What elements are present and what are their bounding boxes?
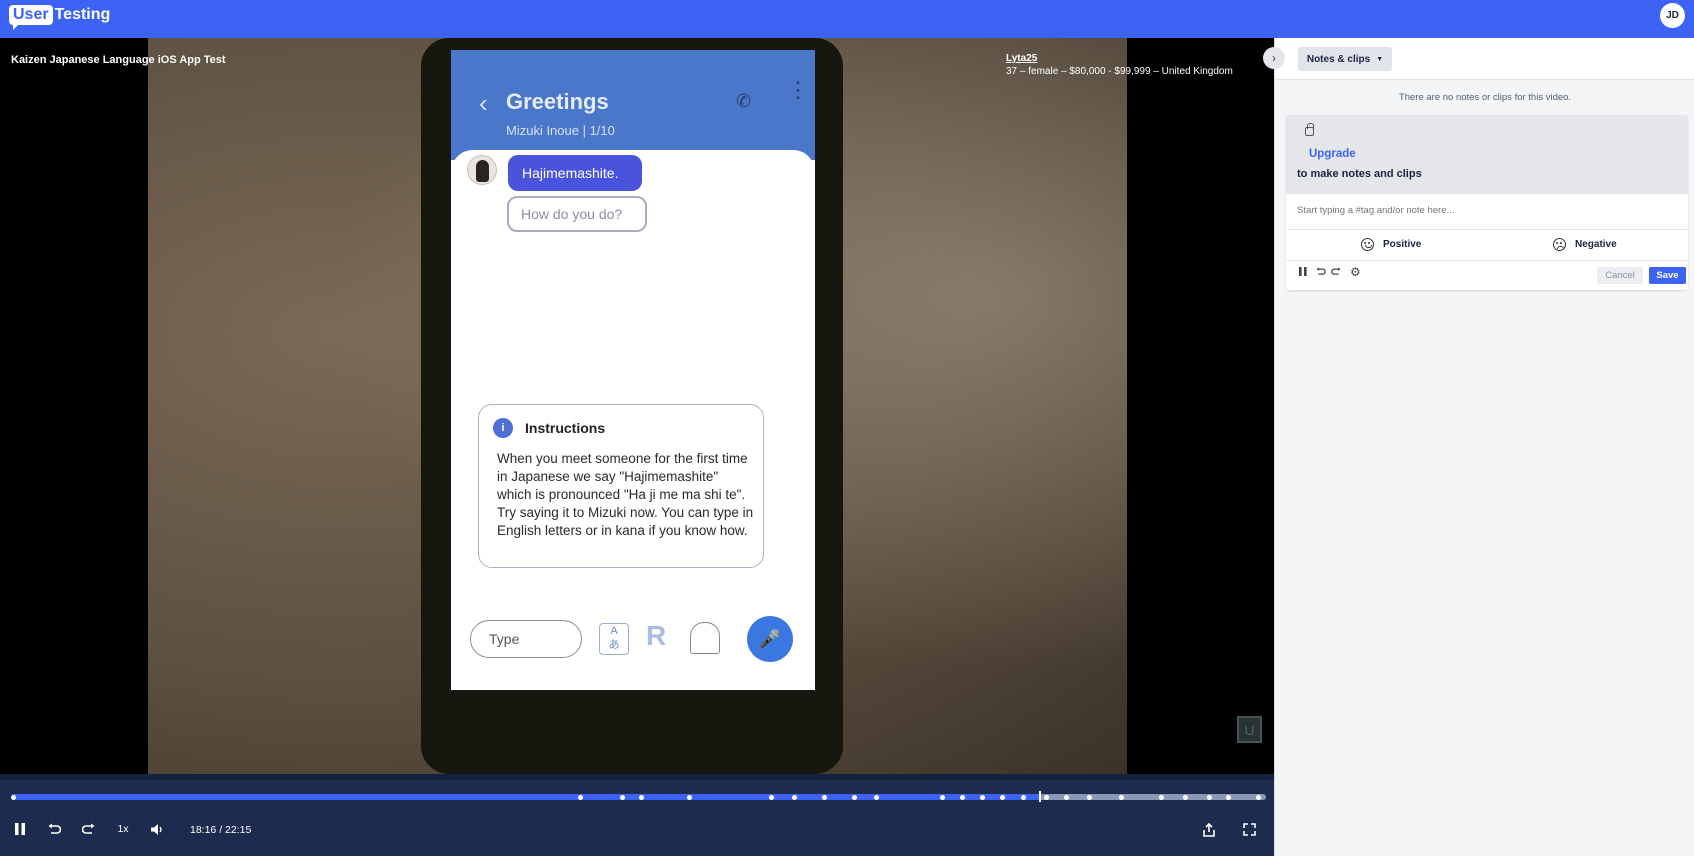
- save-button[interactable]: Save: [1649, 267, 1686, 284]
- chevron-right-icon[interactable]: ›: [1263, 47, 1285, 69]
- timeline-marker[interactable]: [1021, 794, 1027, 800]
- timeline-marker[interactable]: [1183, 794, 1189, 800]
- video-player[interactable]: ‹ Greetings Mizuki Inoue | 1/10 ✆ ⋮ Haji…: [0, 38, 1274, 774]
- fullscreen-icon[interactable]: [1241, 823, 1257, 836]
- type-input: Type: [470, 620, 582, 658]
- notes-panel: › Notes & clips ▼ There are no notes or …: [1263, 38, 1694, 856]
- timeline-marker[interactable]: [1119, 794, 1125, 800]
- rewind-icon[interactable]: [46, 823, 62, 837]
- instructions-body: When you meet someone for the first time…: [497, 451, 754, 538]
- timeline-marker[interactable]: [619, 794, 625, 800]
- note-input[interactable]: [1297, 205, 1677, 216]
- timeline-marker[interactable]: [638, 794, 644, 800]
- timeline-marker[interactable]: [1043, 794, 1049, 800]
- note-rewind-icon[interactable]: [1315, 267, 1326, 280]
- timeline-marker[interactable]: [959, 794, 965, 800]
- tutor-avatar: [467, 155, 497, 185]
- empty-notes-message: There are no notes or clips for this vid…: [1398, 92, 1572, 103]
- playhead[interactable]: [1039, 791, 1042, 802]
- chat-bubble-japanese: Hajimemashite.: [508, 155, 642, 191]
- back-chevron-icon: ‹: [479, 88, 488, 118]
- volume-icon[interactable]: [149, 823, 165, 836]
- pause-icon[interactable]: [13, 823, 27, 835]
- romaji-icon: R: [646, 620, 667, 651]
- notes-clips-label: Notes & clips: [1306, 53, 1371, 65]
- app-title: Greetings: [506, 89, 609, 114]
- timeline-marker[interactable]: [1063, 794, 1069, 800]
- timeline-progress: [11, 794, 1041, 800]
- translate-icon: Aあ: [599, 623, 629, 655]
- cancel-button[interactable]: Cancel: [1597, 267, 1643, 284]
- usertesting-watermark-icon: U: [1237, 716, 1262, 743]
- positive-label: Positive: [1383, 239, 1422, 250]
- participant-name[interactable]: Lyta25: [1006, 52, 1233, 65]
- app-subtitle: Mizuki Inoue | 1/10: [506, 123, 615, 138]
- smile-icon: [1361, 238, 1374, 251]
- caret-down-icon: ▼: [1376, 55, 1384, 63]
- timeline-marker[interactable]: [999, 794, 1005, 800]
- instructions-title: Instructions: [525, 420, 606, 436]
- speed-button[interactable]: 1x: [116, 823, 130, 835]
- forward-icon[interactable]: [81, 823, 97, 837]
- timeline-marker[interactable]: [939, 794, 945, 800]
- share-icon[interactable]: [1201, 823, 1217, 837]
- upgrade-banner: Upgrade to make notes and clips: [1286, 115, 1688, 194]
- participant-details: 37 – female – $80,000 - $99,999 – United…: [1006, 66, 1233, 77]
- upgrade-link[interactable]: Upgrade: [1309, 148, 1356, 160]
- timeline-marker[interactable]: [851, 794, 857, 800]
- note-editor-card: Upgrade to make notes and clips Positive…: [1286, 115, 1688, 290]
- timeline-marker[interactable]: [1159, 794, 1165, 800]
- user-avatar[interactable]: JD: [1660, 3, 1685, 28]
- logo-text: Testing: [54, 6, 111, 23]
- panel-header: › Notes & clips ▼: [1263, 38, 1694, 80]
- timeline-marker[interactable]: [769, 794, 775, 800]
- timeline-marker[interactable]: [979, 794, 985, 800]
- timeline-marker[interactable]: [791, 794, 797, 800]
- frown-icon: [1553, 238, 1566, 251]
- timeline-scrubber[interactable]: [11, 791, 1266, 802]
- notes-clips-dropdown[interactable]: Notes & clips ▼: [1298, 47, 1392, 71]
- note-forward-icon[interactable]: [1331, 267, 1342, 280]
- gear-icon[interactable]: ⚙: [1350, 265, 1361, 279]
- usertesting-logo[interactable]: User Testing: [9, 4, 111, 30]
- timeline-marker[interactable]: [1255, 794, 1261, 800]
- playback-time: 18:16 / 22:15: [190, 824, 252, 836]
- timeline-marker[interactable]: [1225, 794, 1231, 800]
- phone-screen: ‹ Greetings Mizuki Inoue | 1/10 ✆ ⋮ Haji…: [451, 50, 815, 690]
- speaking-face-icon: [690, 622, 720, 654]
- negative-label: Negative: [1575, 239, 1617, 250]
- positive-button[interactable]: Positive: [1361, 238, 1421, 251]
- instructions-card: i Instructions When you meet someone for…: [478, 404, 764, 568]
- chat-bubble-translation: How do you do?: [507, 196, 647, 232]
- top-bar: User Testing JD: [0, 0, 1694, 38]
- participant-info: Lyta25 37 – female – $80,000 - $99,999 –…: [1006, 52, 1233, 78]
- note-pause-icon[interactable]: [1299, 267, 1307, 279]
- timeline-marker[interactable]: [821, 794, 827, 800]
- phone-icon: ✆: [736, 91, 752, 111]
- negative-button[interactable]: Negative: [1553, 238, 1617, 251]
- video-title: Kaizen Japanese Language iOS App Test: [11, 54, 226, 66]
- more-vertical-icon: ⋮: [787, 77, 809, 102]
- logo-boxed-text: User: [9, 5, 53, 30]
- lock-icon: [1305, 123, 1314, 136]
- timeline-marker[interactable]: [578, 794, 584, 800]
- microphone-icon: 🎤: [747, 616, 793, 662]
- app-header: ‹ Greetings Mizuki Inoue | 1/10 ✆ ⋮: [451, 50, 815, 160]
- upgrade-description: to make notes and clips: [1297, 168, 1422, 180]
- timeline-marker[interactable]: [1207, 794, 1213, 800]
- timeline-marker[interactable]: [1086, 794, 1092, 800]
- sentiment-row: Positive Negative: [1286, 229, 1688, 261]
- info-icon: i: [493, 418, 513, 438]
- chat-area: Hajimemashite. How do you do? i Instruct…: [451, 150, 815, 690]
- timeline-marker[interactable]: [11, 794, 16, 800]
- player-controls: 1x 18:16 / 22:15: [0, 774, 1274, 856]
